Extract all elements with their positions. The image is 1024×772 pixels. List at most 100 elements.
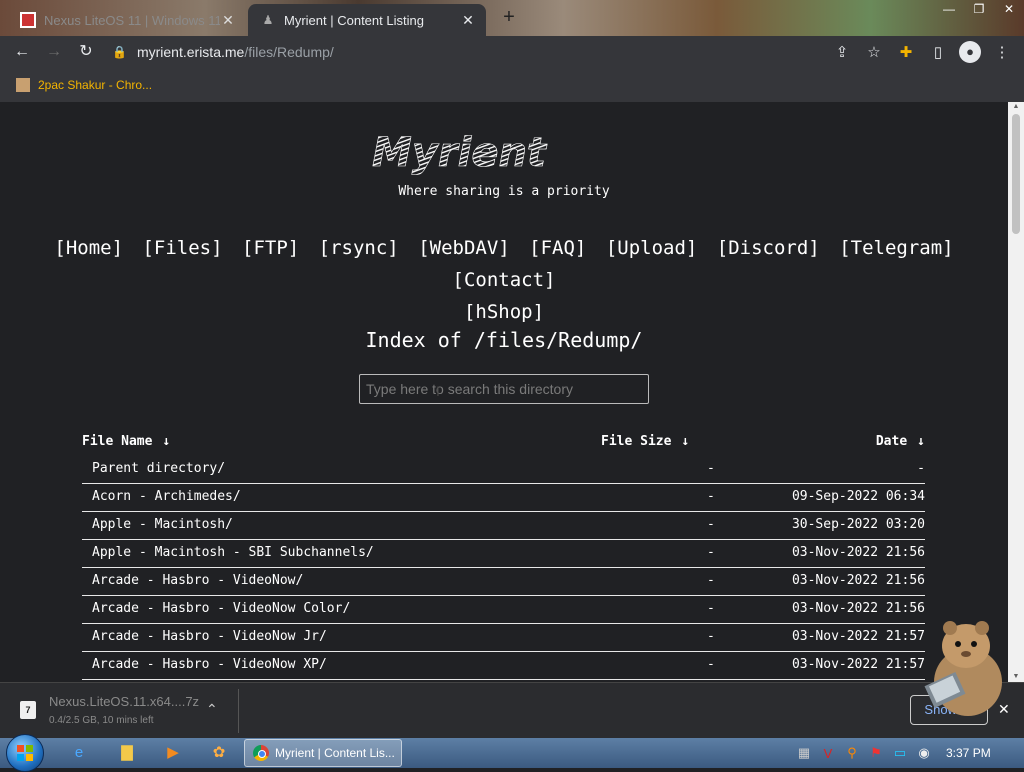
nav-ftp[interactable]: [FTP] bbox=[242, 237, 299, 259]
scroll-up-icon[interactable]: ▲ bbox=[1008, 102, 1024, 112]
nav-rsync[interactable]: [rsync] bbox=[319, 237, 399, 259]
taskbar-chrome-window[interactable]: Myrient | Content Lis... bbox=[244, 739, 402, 767]
extension-icon[interactable]: ✚ bbox=[890, 43, 922, 61]
download-bar: 7 Nexus.LiteOS.11.x64....7z 0.4/2.5 GB, … bbox=[0, 682, 1024, 738]
column-header-date[interactable]: Date ↓ bbox=[876, 434, 925, 449]
nav-telegram[interactable]: [Telegram] bbox=[839, 237, 953, 259]
file-date: 03-Nov-2022 21:57 bbox=[791, 629, 925, 644]
close-icon[interactable]: ✕ bbox=[220, 12, 236, 29]
chevron-up-icon[interactable]: ⌃ bbox=[206, 701, 218, 718]
maximize-icon[interactable]: ❐ bbox=[964, 0, 994, 22]
file-size: - bbox=[707, 657, 715, 672]
file-date: 03-Nov-2022 21:57 bbox=[791, 657, 925, 672]
column-header-name[interactable]: File Name ↓ bbox=[82, 434, 170, 449]
display-icon[interactable]: ▭ bbox=[888, 745, 912, 761]
nav-hshop[interactable]: [hShop] bbox=[464, 301, 544, 323]
file-link[interactable]: Arcade - Hasbro - VideoNow/ bbox=[92, 573, 303, 588]
nav-home[interactable]: [Home] bbox=[54, 237, 123, 259]
sidebar-icon[interactable]: ▯ bbox=[922, 43, 954, 61]
file-size: - bbox=[707, 573, 715, 588]
sort-arrow-icon[interactable]: ↓ bbox=[917, 434, 925, 449]
search-tool-icon[interactable]: ⚲ bbox=[840, 745, 864, 761]
site-favicon-icon bbox=[20, 12, 36, 28]
file-link[interactable]: Apple - Macintosh/ bbox=[92, 517, 233, 532]
menu-icon[interactable]: ⋮ bbox=[986, 43, 1018, 61]
close-window-icon[interactable]: ✕ bbox=[994, 0, 1024, 22]
tab-nexus-liteos[interactable]: Nexus LiteOS 11 | Windows 11 Li... ✕ bbox=[12, 4, 246, 36]
sort-arrow-icon[interactable]: ↓ bbox=[681, 434, 689, 449]
bookmark-favicon-icon bbox=[16, 78, 30, 92]
browser-toolbar: ← → ↻ 🔒 myrient.erista.me/files/Redump/ … bbox=[0, 36, 1024, 68]
search-input[interactable] bbox=[359, 374, 649, 404]
file-link[interactable]: Arcade - Hasbro - VideoNow XP/ bbox=[92, 657, 327, 672]
media-player-icon[interactable]: ▶ bbox=[162, 742, 184, 764]
text-cursor-icon: I bbox=[436, 383, 440, 399]
file-link[interactable]: Apple - Macintosh - SBI Subchannels/ bbox=[92, 545, 374, 560]
reload-icon[interactable]: ↻ bbox=[70, 36, 102, 68]
table-row[interactable]: Acorn - Archimedes/ - 09-Sep-2022 06:34 bbox=[82, 484, 925, 512]
file-link[interactable]: Arcade - Hasbro - VideoNow Jr/ bbox=[92, 629, 327, 644]
paint-icon[interactable]: ✿ bbox=[208, 742, 230, 764]
minimize-icon[interactable]: — bbox=[934, 0, 964, 22]
antivirus-icon[interactable]: V bbox=[816, 746, 840, 761]
star-icon[interactable]: ☆ bbox=[858, 43, 890, 61]
column-header-size[interactable]: File Size ↓ bbox=[601, 434, 689, 449]
clock[interactable]: 3:37 PM bbox=[946, 746, 991, 760]
download-file-name[interactable]: Nexus.LiteOS.11.x64....7z bbox=[49, 694, 199, 709]
file-date: 03-Nov-2022 21:56 bbox=[791, 601, 925, 616]
toolbar-actions: ⇪ ☆ ✚ ▯ ● ⋮ bbox=[826, 36, 1018, 68]
myrient-logo: Myrient bbox=[368, 128, 638, 177]
divider bbox=[238, 689, 239, 733]
file-link[interactable]: Arcade - Hasbro - VideoNow Color/ bbox=[92, 601, 350, 616]
file-date: 09-Sep-2022 06:34 bbox=[791, 489, 925, 504]
bookmark-link[interactable]: 2pac Shakur - Chro... bbox=[38, 78, 152, 92]
forward-icon[interactable]: → bbox=[38, 36, 70, 68]
file-link[interactable]: Acorn - Archimedes/ bbox=[92, 489, 241, 504]
tab-strip: Nexus LiteOS 11 | Windows 11 Li... ✕ ♟ M… bbox=[0, 0, 1024, 36]
share-icon[interactable]: ⇪ bbox=[826, 43, 858, 61]
bookmarks-bar: 2pac Shakur - Chro... bbox=[0, 68, 1024, 102]
nav-upload[interactable]: [Upload] bbox=[606, 237, 698, 259]
close-icon[interactable]: ✕ bbox=[460, 12, 476, 29]
scrollbar-thumb[interactable] bbox=[1012, 114, 1020, 234]
table-row[interactable]: Arcade - Hasbro - VideoNow Color/ - 03-N… bbox=[82, 596, 925, 624]
nav-faq[interactable]: [FAQ] bbox=[529, 237, 586, 259]
page-scrollbar[interactable]: ▲ ▼ bbox=[1008, 102, 1024, 682]
table-row[interactable]: Parent directory/ - - bbox=[82, 456, 925, 484]
flag-icon[interactable]: ⚑ bbox=[864, 745, 888, 761]
nav-contact[interactable]: [Contact] bbox=[453, 269, 556, 291]
table-row[interactable]: Apple - Macintosh - SBI Subchannels/ - 0… bbox=[82, 540, 925, 568]
table-header: File Name ↓ File Size ↓ Date ↓ bbox=[82, 430, 925, 456]
table-row[interactable]: Arcade - Hasbro - VideoNow Jr/ - 03-Nov-… bbox=[82, 624, 925, 652]
file-date: 03-Nov-2022 21:56 bbox=[791, 545, 925, 560]
address-bar[interactable]: 🔒 myrient.erista.me/files/Redump/ bbox=[112, 36, 334, 68]
profile-icon[interactable]: ● bbox=[959, 41, 981, 63]
ie-icon[interactable]: e bbox=[68, 742, 90, 764]
lock-icon[interactable]: 🔒 bbox=[112, 45, 127, 59]
folder-icon[interactable]: ▇ bbox=[116, 742, 138, 764]
download-status: 0.4/2.5 GB, 10 mins left bbox=[49, 715, 154, 726]
system-tray: ▦ V ⚲ ⚑ ▭ ◉ bbox=[792, 738, 936, 768]
new-tab-button[interactable]: + bbox=[497, 6, 521, 30]
sort-arrow-icon[interactable]: ↓ bbox=[162, 434, 170, 449]
file-size: - bbox=[707, 461, 715, 476]
tab-myrient[interactable]: ♟ Myrient | Content Listing ✕ bbox=[248, 4, 486, 36]
file-size: - bbox=[707, 601, 715, 616]
volume-icon[interactable]: ◉ bbox=[912, 745, 936, 761]
archive-file-icon: 7 bbox=[20, 701, 36, 719]
nav-files[interactable]: [Files] bbox=[142, 237, 222, 259]
nav-discord[interactable]: [Discord] bbox=[717, 237, 820, 259]
scroll-down-icon[interactable]: ▼ bbox=[1008, 672, 1024, 682]
back-icon[interactable]: ← bbox=[6, 36, 38, 68]
table-row[interactable]: Arcade - Hasbro - VideoNow XP/ - 03-Nov-… bbox=[82, 652, 925, 680]
file-size: - bbox=[707, 629, 715, 644]
site-nav: [Home] [Files] [FTP] [rsync] [WebDAV] [F… bbox=[20, 232, 988, 328]
table-row[interactable]: Arcade - Hasbro - VideoNow/ - 03-Nov-202… bbox=[82, 568, 925, 596]
nav-webdav[interactable]: [WebDAV] bbox=[418, 237, 510, 259]
tab-title: Nexus LiteOS 11 | Windows 11 Li... bbox=[44, 12, 220, 28]
table-row[interactable]: Apple - Macintosh/ - 30-Sep-2022 03:20 bbox=[82, 512, 925, 540]
network-icon[interactable]: ▦ bbox=[792, 745, 816, 761]
url-host: myrient.erista.me bbox=[136, 44, 245, 60]
file-link[interactable]: Parent directory/ bbox=[92, 461, 225, 476]
start-button[interactable] bbox=[6, 734, 44, 772]
